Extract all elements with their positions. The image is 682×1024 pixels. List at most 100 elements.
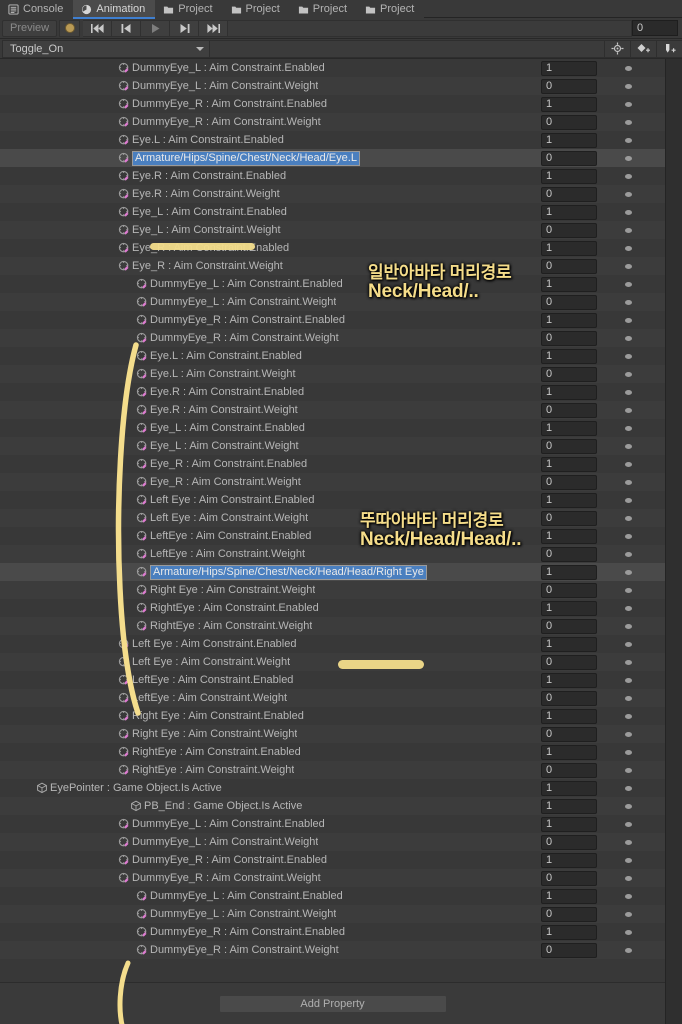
keyframe-toggle[interactable]	[605, 101, 651, 107]
keyframe-toggle[interactable]	[605, 695, 651, 701]
property-value-field[interactable]: 1	[541, 492, 597, 508]
property-value-field[interactable]: 0	[541, 474, 597, 490]
property-path-input[interactable]: Armature/Hips/Spine/Chest/Neck/Head/Eye.…	[132, 150, 360, 166]
keyframe-toggle[interactable]	[605, 353, 651, 359]
keyframe-toggle[interactable]	[605, 857, 651, 863]
property-value-field[interactable]: 0	[541, 942, 597, 958]
keyframe-toggle[interactable]	[605, 317, 651, 323]
property-value-field[interactable]: 1	[541, 564, 597, 580]
keyframe-toggle[interactable]	[605, 65, 651, 71]
keyframe-toggle[interactable]	[605, 209, 651, 215]
property-row[interactable]: DummyEye_R : Aim Constraint.Enabled 1	[0, 311, 665, 329]
property-value-field[interactable]: 0	[541, 870, 597, 886]
first-frame-button[interactable]	[83, 19, 113, 37]
property-value-field[interactable]: 0	[541, 366, 597, 382]
keyframe-toggle[interactable]	[605, 119, 651, 125]
keyframe-toggle[interactable]	[605, 749, 651, 755]
property-row[interactable]: DummyEye_L : Aim Constraint.Enabled 1	[0, 275, 665, 293]
keyframe-toggle[interactable]	[605, 461, 651, 467]
keyframe-toggle[interactable]	[605, 281, 651, 287]
keyframe-toggle[interactable]	[605, 227, 651, 233]
keyframe-toggle[interactable]	[605, 587, 651, 593]
property-value-field[interactable]: 0	[541, 402, 597, 418]
property-row[interactable]: DummyEye_R : Aim Constraint.Weight 0	[0, 329, 665, 347]
property-value-field[interactable]: 1	[541, 528, 597, 544]
property-value-field[interactable]: 1	[541, 132, 597, 148]
keyframe-toggle[interactable]	[605, 407, 651, 413]
property-value-field[interactable]: 1	[541, 420, 597, 436]
property-value-field[interactable]: 1	[541, 312, 597, 328]
property-value-field[interactable]: 1	[541, 924, 597, 940]
property-value-field[interactable]: 0	[541, 222, 597, 238]
property-value-field[interactable]: 0	[541, 834, 597, 850]
property-value-field[interactable]: 1	[541, 816, 597, 832]
property-row[interactable]: RightEye : Aim Constraint.Weight 0	[0, 761, 665, 779]
property-value-field[interactable]: 1	[541, 348, 597, 364]
property-value-field[interactable]: 0	[541, 762, 597, 778]
keyframe-toggle[interactable]	[605, 425, 651, 431]
property-row[interactable]: DummyEye_L : Aim Constraint.Enabled 1	[0, 815, 665, 833]
property-row[interactable]: DummyEye_R : Aim Constraint.Weight 0	[0, 941, 665, 959]
property-value-field[interactable]: 1	[541, 168, 597, 184]
keyframe-toggle[interactable]	[605, 677, 651, 683]
property-value-field[interactable]: 0	[541, 438, 597, 454]
property-value-field[interactable]: 0	[541, 618, 597, 634]
property-row[interactable]: Eye_R : Aim Constraint.Enabled 1	[0, 455, 665, 473]
property-value-field[interactable]: 0	[541, 726, 597, 742]
property-row[interactable]: Eye_L : Aim Constraint.Weight 0	[0, 221, 665, 239]
property-row[interactable]: RightEye : Aim Constraint.Enabled 1	[0, 743, 665, 761]
next-frame-button[interactable]	[170, 19, 200, 37]
property-value-field[interactable]: 0	[541, 510, 597, 526]
keyframe-toggle[interactable]	[605, 839, 651, 845]
property-row[interactable]: RightEye : Aim Constraint.Weight 0	[0, 617, 665, 635]
property-value-field[interactable]: 0	[541, 78, 597, 94]
property-value-field[interactable]: 1	[541, 852, 597, 868]
property-value-field[interactable]: 0	[541, 150, 597, 166]
window-tab-project-2[interactable]: Project	[155, 0, 223, 18]
keyframe-toggle[interactable]	[605, 245, 651, 251]
keyframe-toggle[interactable]	[605, 515, 651, 521]
property-row[interactable]: Eye.L : Aim Constraint.Weight 0	[0, 365, 665, 383]
property-row[interactable]: DummyEye_L : Aim Constraint.Weight 0	[0, 293, 665, 311]
property-value-field[interactable]: 1	[541, 708, 597, 724]
property-row[interactable]: EyePointer : Game Object.Is Active 1	[0, 779, 665, 797]
property-row[interactable]: Eye.R : Aim Constraint.Enabled 1	[0, 167, 665, 185]
property-row[interactable]: Eye.R : Aim Constraint.Enabled 1	[0, 383, 665, 401]
keyframe-toggle[interactable]	[605, 173, 651, 179]
property-value-field[interactable]: 0	[541, 330, 597, 346]
property-row[interactable]: LeftEye : Aim Constraint.Enabled 1	[0, 527, 665, 545]
property-row[interactable]: DummyEye_L : Aim Constraint.Enabled 1	[0, 887, 665, 905]
property-row[interactable]: DummyEye_R : Aim Constraint.Enabled 1	[0, 851, 665, 869]
keyframe-toggle[interactable]	[605, 569, 651, 575]
preview-button[interactable]: Preview	[2, 19, 58, 37]
property-row[interactable]: Right Eye : Aim Constraint.Weight 0	[0, 725, 665, 743]
property-row[interactable]: RightEye : Aim Constraint.Enabled 1	[0, 599, 665, 617]
keyframe-toggle[interactable]	[605, 605, 651, 611]
property-row[interactable]: DummyEye_R : Aim Constraint.Enabled 1	[0, 95, 665, 113]
keyframe-toggle[interactable]	[605, 533, 651, 539]
property-row[interactable]: Eye_L : Aim Constraint.Weight 0	[0, 437, 665, 455]
play-button[interactable]	[141, 19, 171, 37]
property-value-field[interactable]: 1	[541, 780, 597, 796]
property-row[interactable]: Eye_L : Aim Constraint.Enabled 1	[0, 203, 665, 221]
property-row[interactable]: Eye_L : Aim Constraint.Enabled 1	[0, 419, 665, 437]
window-tab-project-3[interactable]: Project	[222, 0, 290, 18]
current-frame-field[interactable]: 0	[632, 20, 678, 36]
window-tab-console-0[interactable]: Console	[0, 0, 74, 18]
property-value-field[interactable]: 0	[541, 546, 597, 562]
keyframe-toggle[interactable]	[605, 83, 651, 89]
curve-area-pane[interactable]	[665, 59, 682, 1024]
property-value-field[interactable]: 1	[541, 60, 597, 76]
keyframe-toggle[interactable]	[605, 767, 651, 773]
property-value-field[interactable]: 1	[541, 96, 597, 112]
property-value-field[interactable]: 1	[541, 672, 597, 688]
keyframe-toggle[interactable]	[605, 551, 651, 557]
keyframe-toggle[interactable]	[605, 479, 651, 485]
property-value-field[interactable]: 0	[541, 186, 597, 202]
record-button[interactable]	[59, 19, 81, 37]
keyframe-toggle[interactable]	[605, 335, 651, 341]
add-event-button[interactable]	[656, 39, 682, 58]
keyframe-toggle[interactable]	[605, 497, 651, 503]
property-value-field[interactable]: 1	[541, 384, 597, 400]
keyframe-toggle[interactable]	[605, 785, 651, 791]
